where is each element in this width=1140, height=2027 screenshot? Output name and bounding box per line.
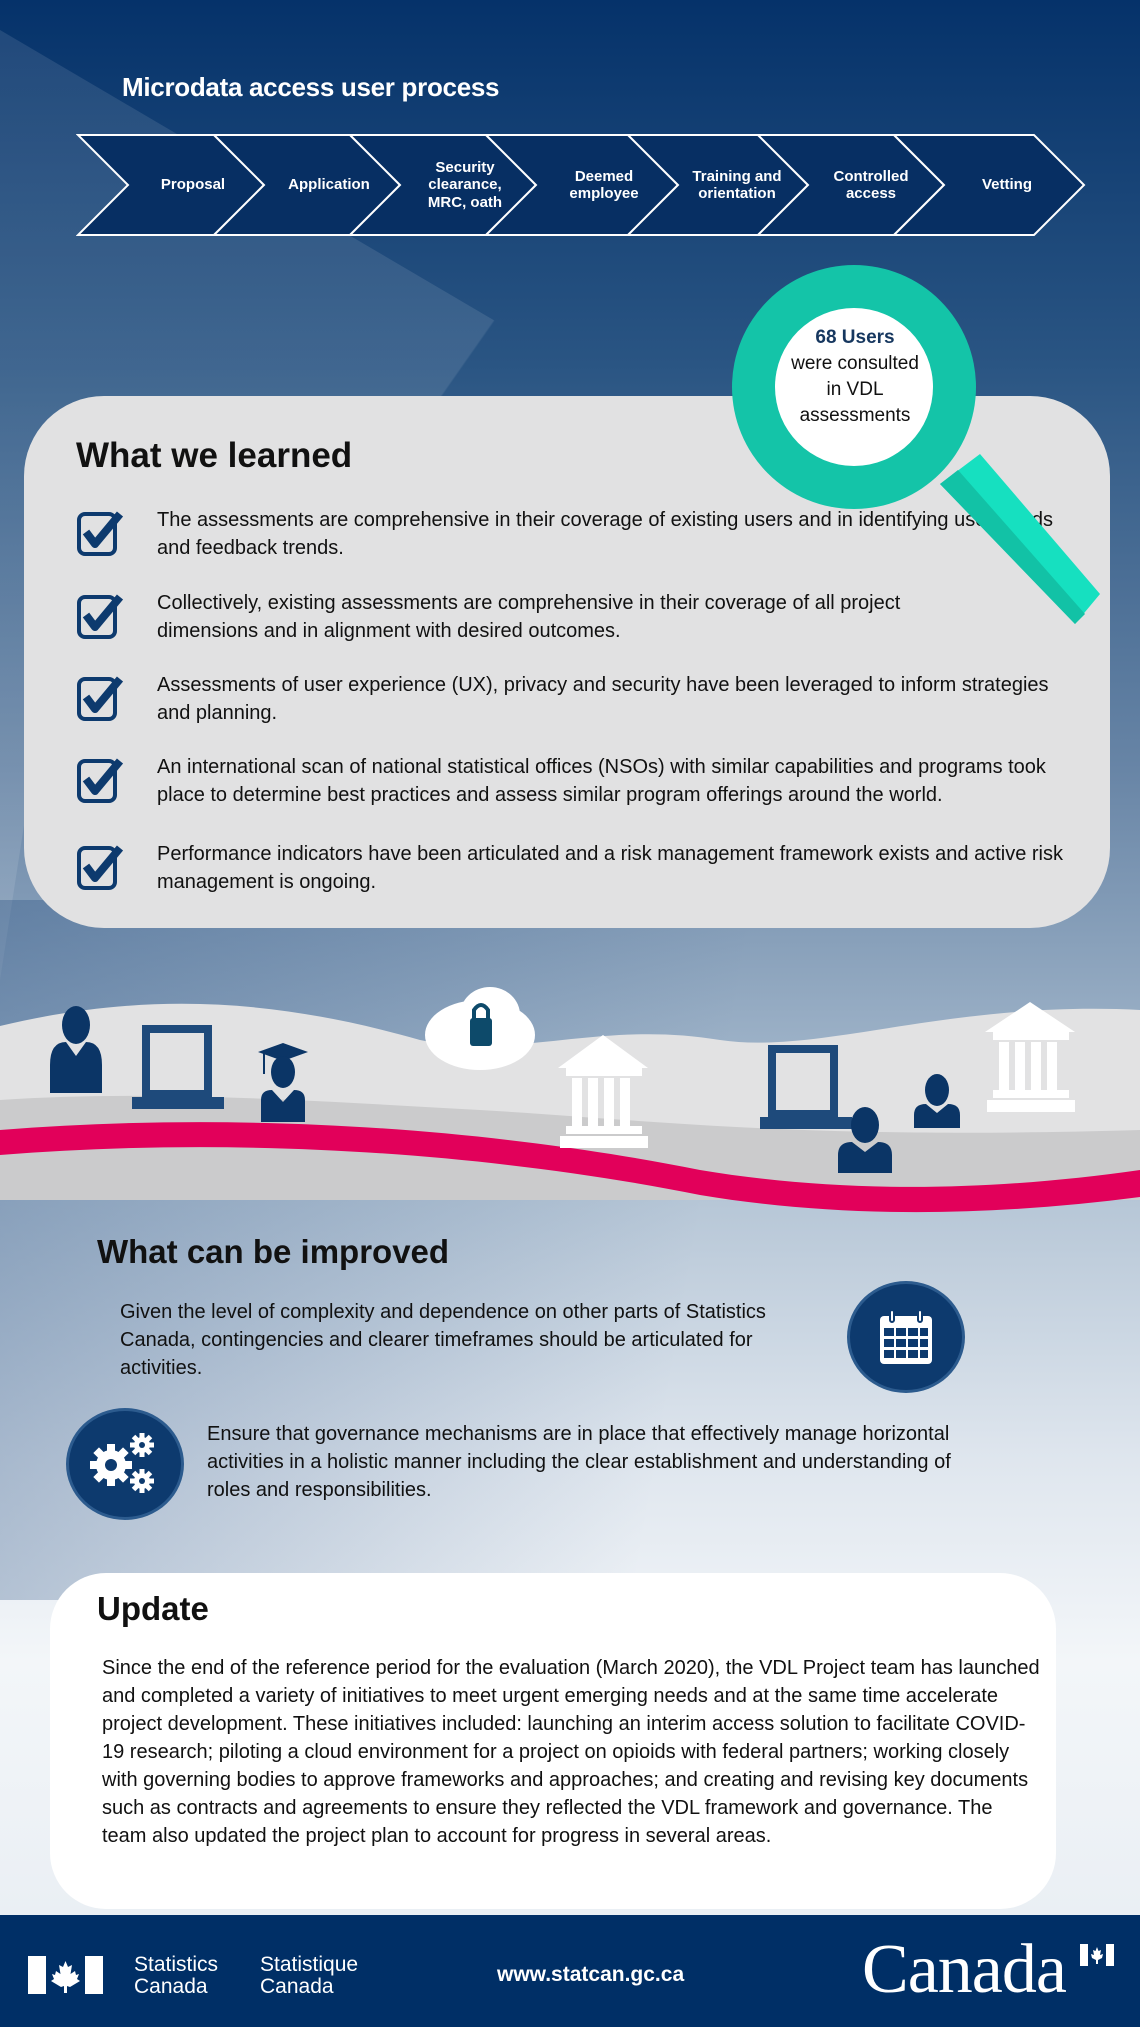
learned-item: The assessments are comprehensive in the… xyxy=(76,508,1053,559)
improved-item-text: Given the level of complexity and depend… xyxy=(120,1301,766,1379)
process-title: Microdata access user process xyxy=(122,72,500,102)
illustration-band xyxy=(0,987,1140,1213)
calendar-icon xyxy=(880,1309,932,1364)
process-step-application: Application xyxy=(288,176,370,194)
gears-icon-badge xyxy=(66,1408,184,1520)
process-step-vetting: Vetting xyxy=(981,176,1032,194)
cloud-lock-icon xyxy=(425,987,535,1070)
magnifier-icon xyxy=(732,265,1100,624)
checkbox-checked-icon xyxy=(77,594,124,639)
learned-item: Assessments of user experience (UX), pri… xyxy=(76,673,1049,724)
laptop-icon xyxy=(132,1025,224,1109)
calendar-icon-badge xyxy=(847,1281,965,1393)
update-text: Since the end of the reference period fo… xyxy=(102,1657,1040,1847)
process-chevrons: Proposal Application Security clearance, M… xyxy=(76,133,1086,237)
update-title: Update xyxy=(97,1590,209,1627)
checkbox-checked-icon xyxy=(77,511,124,556)
learned-item: An international scan of national statis… xyxy=(76,755,1046,806)
process-step-security-clearance: Security clearance, MRC, oath xyxy=(427,159,503,211)
canada-wordmark: Canada xyxy=(862,1931,1067,2008)
process-step-training: Training and orientation xyxy=(692,167,782,202)
process-step-proposal: Proposal xyxy=(160,176,226,194)
checkbox-checked-icon xyxy=(77,845,124,890)
canada-flag-icon xyxy=(28,1956,103,1994)
checkbox-checked-icon xyxy=(77,676,124,721)
learned-item: Collectively, existing assessments are c… xyxy=(76,591,900,642)
learned-item: Performance indicators have been articul… xyxy=(76,842,1063,893)
learned-title: What we learned xyxy=(76,436,353,475)
website-link[interactable]: www.statcan.gc.ca xyxy=(497,1963,684,1987)
users-consulted-callout: 68 Users were consulted in VDL assessmen… xyxy=(791,327,919,426)
improved-title: What can be improved xyxy=(97,1233,450,1270)
wordmark-flag-icon xyxy=(1080,1944,1114,1966)
process-step-deemed-employee: Deemed employee xyxy=(569,167,639,202)
process-step-controlled-access: Controlled access xyxy=(833,167,909,202)
agency-name-french: Statistique Canada xyxy=(260,1953,359,1998)
agency-name-english: Statistics Canada xyxy=(134,1953,219,1998)
gears-icon xyxy=(90,1433,154,1493)
checkbox-checked-icon xyxy=(77,758,124,803)
improved-item-text: Ensure that governance mechanisms are in… xyxy=(207,1423,951,1501)
